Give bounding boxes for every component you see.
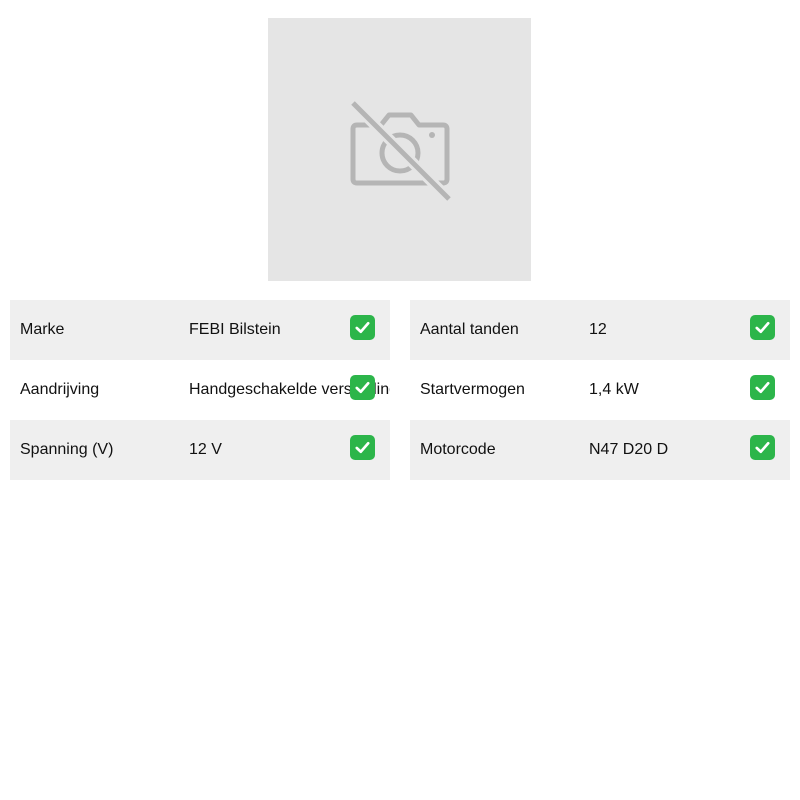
spec-row-spanning: Spanning (V) 12 V (10, 420, 390, 480)
spec-value: 1,4 kW (589, 381, 639, 398)
spec-value: 12 (589, 321, 607, 338)
spec-row-startvermogen: Startvermogen 1,4 kW (410, 360, 790, 420)
spec-row-aandrijving: Aandrijving Handgeschakelde versnelling (10, 360, 390, 420)
spec-value: FEBI Bilstein (189, 321, 281, 338)
product-image-placeholder (268, 18, 531, 281)
spec-label: Motorcode (420, 441, 496, 458)
spec-row-motorcode: Motorcode N47 D20 D (410, 420, 790, 480)
check-icon (350, 435, 375, 460)
check-icon (350, 315, 375, 340)
spec-table-right: Aantal tanden 12 Startvermogen 1,4 kW Mo… (410, 300, 790, 480)
spec-label: Marke (20, 321, 65, 338)
product-spec-page: Marke FEBI Bilstein Aandrijving Handgesc… (0, 0, 800, 800)
spec-table-left: Marke FEBI Bilstein Aandrijving Handgesc… (10, 300, 390, 480)
spec-row-aantal-tanden: Aantal tanden 12 (410, 300, 790, 360)
spec-label: Aantal tanden (420, 321, 519, 338)
spec-value: N47 D20 D (589, 441, 669, 458)
no-photo-icon (348, 98, 453, 203)
check-icon (750, 315, 775, 340)
spec-row-marke: Marke FEBI Bilstein (10, 300, 390, 360)
spec-value: 12 V (189, 441, 222, 458)
spec-label: Spanning (V) (20, 441, 114, 458)
spec-label: Aandrijving (20, 381, 100, 398)
spec-label: Startvermogen (420, 381, 525, 398)
check-icon (750, 375, 775, 400)
check-icon (750, 435, 775, 460)
check-icon (350, 375, 375, 400)
